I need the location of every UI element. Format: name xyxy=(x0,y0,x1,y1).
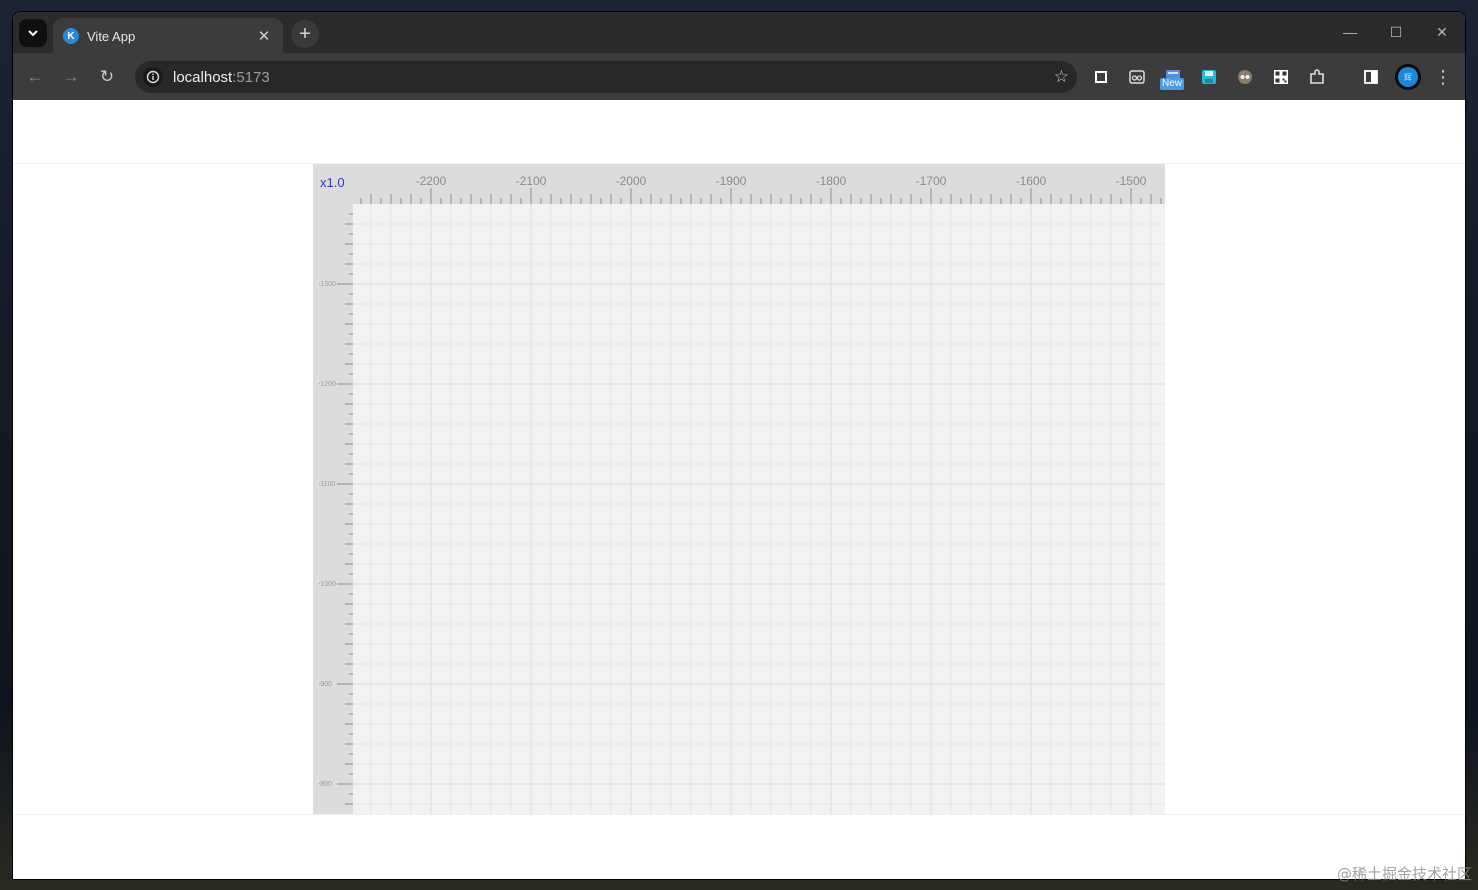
page-content: -2200 -2100 -2000 -1900 -1800 -1700 -1600 -1500… xyxy=(13,100,1465,879)
address-bar[interactable]: localhost:5173 ☆ xyxy=(135,61,1077,93)
reload-icon[interactable]: ↻ xyxy=(93,63,121,91)
forward-arrow-icon[interactable]: → xyxy=(57,63,85,91)
left-tick-label: -1100 xyxy=(318,481,335,488)
page-header xyxy=(13,100,1465,164)
top-tick-label: -1900 xyxy=(716,174,747,188)
url-port: :5173 xyxy=(232,68,270,86)
ruler-svg[interactable]: -2200 -2100 -2000 -1900 -1800 -1700 -1600 -1500… xyxy=(313,164,1165,814)
extension-save-icon[interactable] xyxy=(1197,65,1221,89)
tab-vite-app[interactable]: K Vite App ✕ xyxy=(53,18,283,54)
left-tick-label: -1200 xyxy=(318,381,336,388)
extension-square-icon[interactable] xyxy=(1089,65,1113,89)
close-window-icon[interactable]: ✕ xyxy=(1419,12,1465,52)
extension-glasses-icon[interactable] xyxy=(1125,65,1149,89)
extension-face-icon[interactable] xyxy=(1233,65,1257,89)
chevron-down-icon xyxy=(28,30,38,37)
left-tick-label: -1000 xyxy=(318,581,336,588)
watermark: @稀土掘金技术社区 xyxy=(1336,865,1472,883)
url-host: localhost xyxy=(173,68,233,86)
favicon-icon: K xyxy=(63,28,79,44)
profile-avatar[interactable]: 辉 xyxy=(1395,64,1421,90)
top-tick-label: -1800 xyxy=(816,174,847,188)
extension-qrcode-icon[interactable] xyxy=(1269,65,1293,89)
top-tick-label: -2200 xyxy=(416,174,447,188)
tab-bar: K Vite App ✕ + — ☐ ✕ xyxy=(13,12,1465,54)
avatar-text: 辉 xyxy=(1398,67,1418,87)
footer-divider xyxy=(13,814,1465,815)
new-badge: New xyxy=(1160,78,1185,90)
top-tick-label: -1600 xyxy=(1016,174,1047,188)
canvas-area xyxy=(353,204,1165,814)
tab-title: Vite App xyxy=(87,28,136,44)
extensions-puzzle-icon[interactable] xyxy=(1305,65,1329,89)
tab-search-button[interactable] xyxy=(19,19,47,47)
back-arrow-icon[interactable]: ← xyxy=(21,63,49,91)
top-tick-label: -1500 xyxy=(1116,174,1147,188)
bookmark-star-icon[interactable]: ☆ xyxy=(1054,67,1069,87)
top-tick-label: -2000 xyxy=(616,174,647,188)
maximize-icon[interactable]: ☐ xyxy=(1373,12,1419,52)
minimize-icon[interactable]: — xyxy=(1327,12,1373,52)
browser-window: K Vite App ✕ + — ☐ ✕ ← → ↻ localhost:517… xyxy=(13,12,1465,879)
ruler-canvas[interactable]: -2200 -2100 -2000 -1900 -1800 -1700 -1600 -1500… xyxy=(313,164,1165,814)
site-info-icon[interactable] xyxy=(143,67,163,87)
close-tab-icon[interactable]: ✕ xyxy=(255,27,273,45)
browser-menu-icon[interactable]: ⋮ xyxy=(1431,65,1455,89)
top-tick-label: -1700 xyxy=(916,174,947,188)
top-tick-label: -2100 xyxy=(516,174,547,188)
new-tab-button[interactable]: + xyxy=(291,20,319,48)
left-tick-label: -900 xyxy=(318,681,332,688)
side-panel-icon[interactable] xyxy=(1359,65,1383,89)
left-tick-label: -1300 xyxy=(318,281,336,288)
browser-toolbar: ← → ↻ localhost:5173 ☆ New 辉 ⋮ xyxy=(13,54,1465,100)
zoom-label: x1.0 xyxy=(320,175,345,190)
left-tick-label: -800 xyxy=(318,781,332,788)
